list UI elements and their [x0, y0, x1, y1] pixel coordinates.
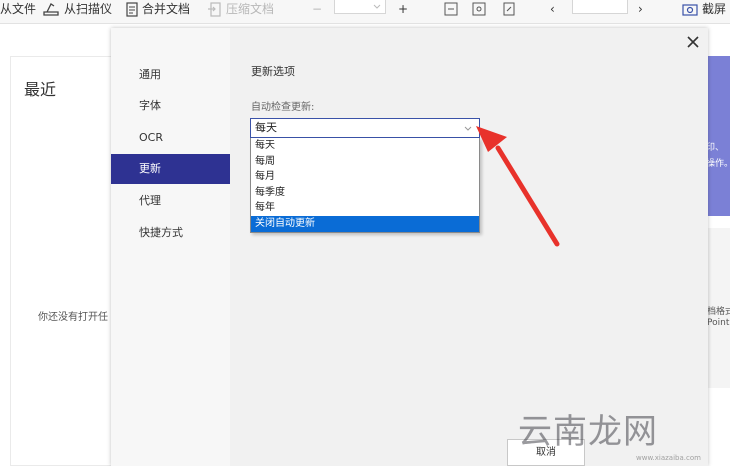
- watermark-url: www.xiazaiba.com: [636, 454, 701, 462]
- update-options-title: 更新选项: [251, 65, 295, 78]
- zoom-out-button[interactable]: −: [312, 0, 322, 18]
- fit-width-icon: [444, 2, 458, 16]
- compress-docs-label: 压缩文档: [226, 2, 275, 16]
- zoom-select[interactable]: [334, 0, 386, 14]
- from-scanner-button[interactable]: 从扫描仪: [42, 0, 112, 18]
- zoom-in-button[interactable]: +: [398, 0, 408, 18]
- nav-item-proxy[interactable]: 代理: [111, 186, 230, 216]
- nav-item-general[interactable]: 通用: [111, 60, 230, 90]
- preferences-content: [230, 28, 708, 466]
- feature-card-line-1: 档格式: [707, 307, 730, 317]
- from-file-label: 从文件: [0, 2, 37, 16]
- nav-item-shortcuts[interactable]: 快捷方式: [111, 218, 230, 248]
- compress-icon: [208, 1, 222, 17]
- chevron-left-icon: ‹: [550, 2, 555, 16]
- merge-docs-label: 合并文档: [142, 2, 191, 16]
- auto-check-label: 自动检查更新:: [251, 102, 315, 113]
- recent-panel: [10, 56, 115, 466]
- next-page-button[interactable]: ›: [638, 0, 643, 18]
- preferences-dialog: 通用 字体 OCR 更新 代理 快捷方式 更新选项 自动检查更新: 每天 每天 …: [111, 28, 708, 466]
- compress-docs-button[interactable]: 压缩文档: [208, 0, 274, 18]
- recent-title: 最近: [24, 80, 57, 99]
- watermark: 云南龙网: [518, 412, 658, 452]
- nav-item-update[interactable]: 更新: [111, 154, 230, 184]
- from-scanner-label: 从扫描仪: [64, 2, 113, 16]
- promo-text-line-1: 印、: [706, 143, 725, 153]
- from-file-button[interactable]: 从文件: [0, 0, 36, 18]
- update-frequency-options: 每天 每周 每月 每季度 每年 关闭自动更新: [250, 138, 480, 233]
- scanner-icon: [42, 2, 60, 16]
- no-files-message: 你还没有打开任: [38, 312, 108, 323]
- nav-item-ocr[interactable]: OCR: [111, 123, 230, 153]
- option-monthly[interactable]: 每月: [251, 169, 479, 185]
- option-disable-auto-update[interactable]: 关闭自动更新: [251, 215, 479, 232]
- fit-page-button[interactable]: [472, 0, 486, 18]
- page-number-input[interactable]: [572, 0, 628, 14]
- option-weekly[interactable]: 每周: [251, 154, 479, 170]
- nav-item-font[interactable]: 字体: [111, 91, 230, 121]
- screenshot-label: 截屏: [702, 2, 727, 16]
- screenshot-button[interactable]: 截屏: [682, 0, 726, 18]
- document-icon: [126, 1, 138, 17]
- preferences-sidebar: 通用 字体 OCR 更新 代理 快捷方式: [111, 28, 230, 466]
- option-daily[interactable]: 每天: [251, 138, 479, 154]
- fit-page-icon: [472, 2, 486, 16]
- merge-docs-button[interactable]: 合并文档: [126, 0, 190, 18]
- chevron-down-icon: [373, 0, 381, 14]
- plus-icon: +: [398, 2, 409, 16]
- option-yearly[interactable]: 每年: [251, 200, 479, 216]
- rotate-icon: [502, 2, 516, 16]
- prev-page-button[interactable]: ‹: [550, 0, 555, 18]
- feature-card-line-2: Point: [707, 318, 730, 328]
- update-frequency-select[interactable]: 每天: [250, 118, 480, 138]
- chevron-right-icon: ›: [638, 2, 643, 16]
- camera-icon: [682, 2, 698, 16]
- rotate-button[interactable]: [502, 0, 516, 18]
- close-icon[interactable]: [686, 34, 700, 48]
- main-toolbar: 从文件 从扫描仪 合并文档 压缩文档 − + ‹ › 截屏: [0, 0, 730, 24]
- promo-text-line-2: 操作。: [706, 159, 730, 169]
- fit-width-button[interactable]: [444, 0, 458, 18]
- select-value: 每天: [255, 121, 277, 134]
- minus-icon: −: [312, 2, 323, 16]
- option-quarterly[interactable]: 每季度: [251, 185, 479, 201]
